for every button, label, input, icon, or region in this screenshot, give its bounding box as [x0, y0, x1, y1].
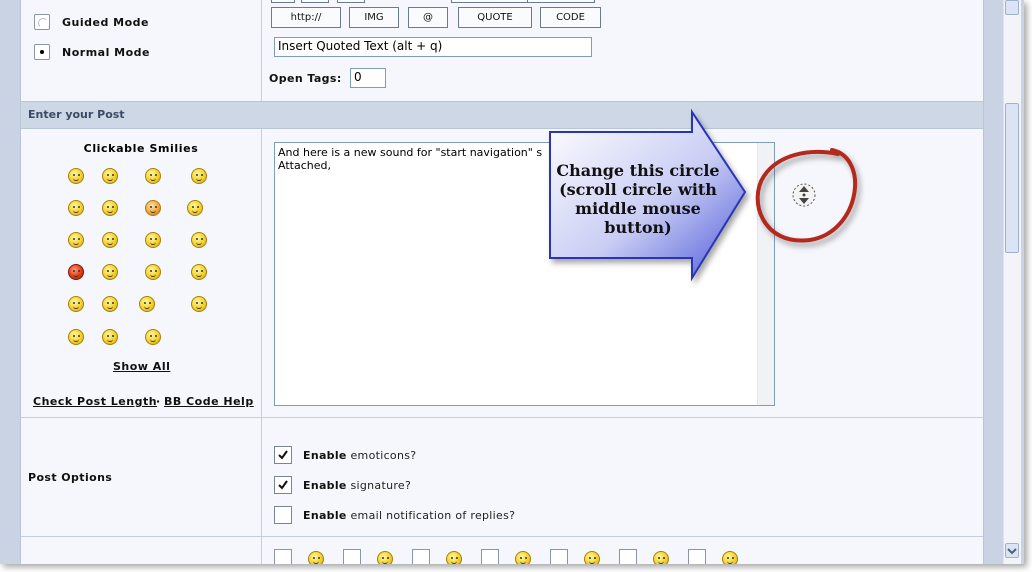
- annotation-text: Change this circle (scroll circle with m…: [556, 161, 720, 237]
- scroll-circle-icon: [792, 183, 816, 207]
- annotation-overlay: [549, 108, 857, 282]
